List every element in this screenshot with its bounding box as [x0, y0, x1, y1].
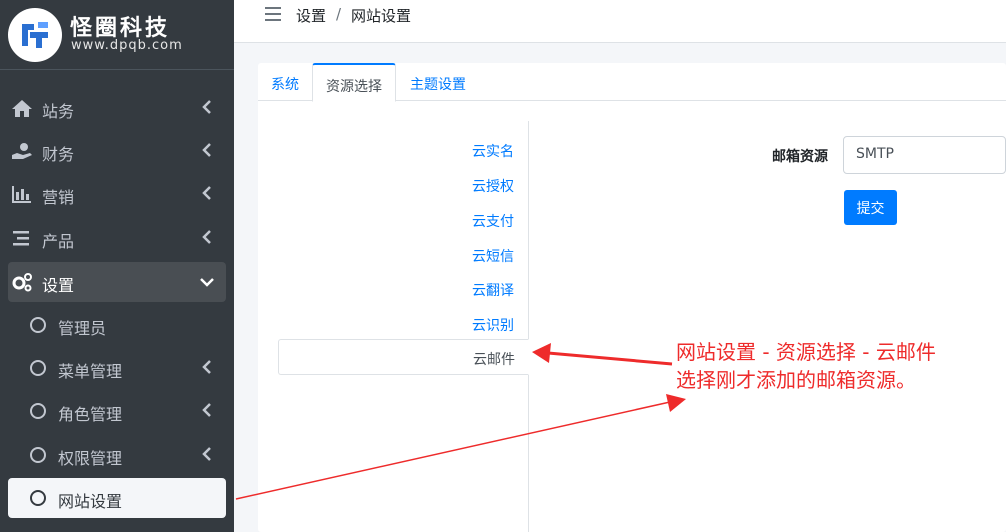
- sidebar-subitem-permissions[interactable]: 权限管理: [8, 435, 226, 475]
- settings-card: 系统 资源选择 主题设置 云实名 云授权 云支付 云短信 云翻译 云识别 云邮件…: [258, 63, 1006, 532]
- chevron-left-icon: [202, 143, 211, 157]
- brand[interactable]: 怪圈科技 www.dpqb.com: [0, 0, 234, 70]
- chevron-left-icon: [202, 100, 211, 114]
- sidebar-subitem-admins[interactable]: 管理员: [8, 305, 226, 345]
- list-icon: [13, 231, 29, 246]
- sidebar-subitem-roles[interactable]: 角色管理: [8, 391, 226, 431]
- resource-menu: 云实名 云授权 云支付 云短信 云翻译 云识别 云邮件: [278, 121, 529, 532]
- annotation-line-1: 网站设置 - 资源选择 - 云邮件: [676, 340, 936, 364]
- sidebar-subitem-menus[interactable]: 菜单管理: [8, 348, 226, 388]
- top-header: 设置 / 网站设置: [234, 0, 1006, 43]
- sidebar-item-settings[interactable]: 设置: [8, 262, 226, 302]
- annotation-line-2: 选择刚才添加的邮箱资源。: [676, 368, 916, 392]
- mailbox-resource-label: 邮箱资源: [772, 149, 828, 165]
- tab-resource-select[interactable]: 资源选择: [312, 63, 396, 102]
- sidebar-item-label: 角色管理: [58, 405, 123, 424]
- menu-toggle-icon[interactable]: [265, 7, 281, 21]
- mailbox-resource-select[interactable]: SMTP: [843, 136, 1006, 174]
- sidebar-item-label: 网站设置: [58, 492, 123, 511]
- sidebar-item-label: 营销: [42, 188, 75, 207]
- circle-icon: [30, 360, 46, 376]
- submit-button[interactable]: 提交: [844, 190, 897, 225]
- sidebar-item-label: 菜单管理: [58, 362, 123, 381]
- resource-item-auth[interactable]: 云授权: [472, 176, 514, 196]
- sidebar-item-label: 站务: [42, 102, 75, 121]
- tab-theme-settings[interactable]: 主题设置: [396, 63, 480, 101]
- sidebar-item-products[interactable]: 产品: [8, 218, 226, 258]
- sidebar-item-label: 设置: [42, 276, 75, 295]
- brand-url: www.dpqb.com: [71, 38, 183, 53]
- breadcrumb-separator: /: [336, 5, 342, 23]
- sidebar-subitem-site-settings[interactable]: 网站设置: [8, 478, 226, 518]
- breadcrumb-current: 网站设置: [351, 7, 412, 25]
- circle-icon: [30, 317, 46, 333]
- resource-item-label: 云邮件: [473, 352, 515, 368]
- sidebar: 怪圈科技 www.dpqb.com 站务 财务 营销 产品 设置 管理员 菜单管…: [0, 0, 234, 532]
- chevron-left-icon: [202, 186, 211, 200]
- tab-system[interactable]: 系统: [258, 63, 312, 101]
- chevron-left-icon: [202, 360, 211, 374]
- circle-icon: [30, 490, 46, 506]
- resource-item-sms[interactable]: 云短信: [472, 246, 514, 266]
- sidebar-item-finance[interactable]: 财务: [8, 131, 226, 171]
- resource-item-translate[interactable]: 云翻译: [472, 280, 514, 300]
- sidebar-item-marketing[interactable]: 营销: [8, 174, 226, 214]
- resource-item-email[interactable]: 云邮件: [278, 339, 529, 375]
- chevron-left-icon: [202, 230, 211, 244]
- resource-item-realname[interactable]: 云实名: [472, 141, 514, 161]
- circle-icon: [30, 403, 46, 419]
- logo-icon: [8, 8, 62, 62]
- breadcrumb-parent[interactable]: 设置: [296, 5, 326, 26]
- sidebar-item-label: 产品: [42, 232, 75, 251]
- chevron-down-icon: [200, 278, 214, 287]
- sidebar-item-label: 财务: [42, 145, 75, 164]
- home-icon: [12, 100, 32, 117]
- resource-item-payment[interactable]: 云支付: [472, 211, 514, 231]
- sidebar-item-label: 权限管理: [58, 449, 123, 468]
- cogs-icon: [12, 273, 32, 292]
- circle-icon: [30, 447, 46, 463]
- tab-bar: 系统 资源选择 主题设置: [258, 63, 1006, 102]
- hand-money-icon: [12, 143, 32, 159]
- resource-item-recognition[interactable]: 云识别: [472, 315, 514, 335]
- chevron-left-icon: [202, 447, 211, 461]
- chevron-left-icon: [202, 403, 211, 417]
- sidebar-item-station[interactable]: 站务: [8, 88, 226, 128]
- sidebar-item-label: 管理员: [58, 319, 107, 338]
- bar-chart-icon: [12, 186, 31, 203]
